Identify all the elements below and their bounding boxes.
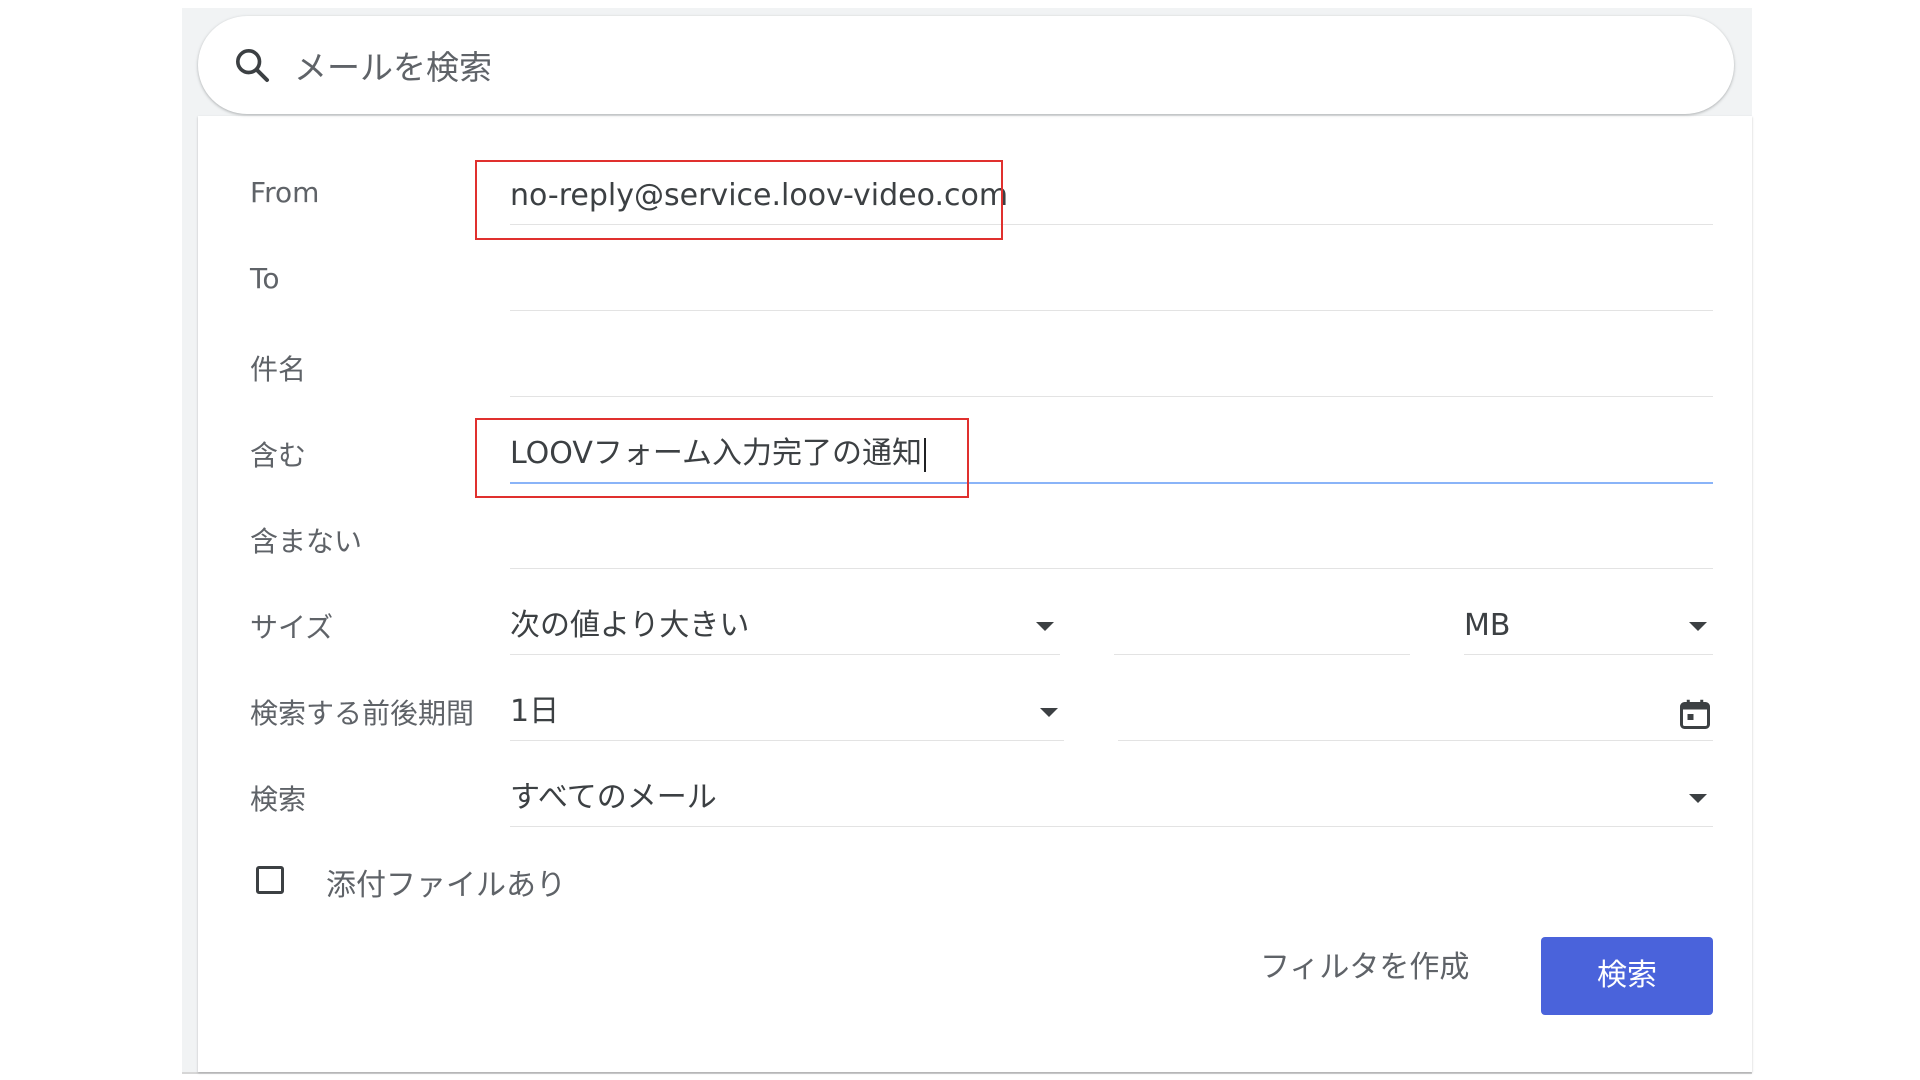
- to-label: To: [250, 262, 280, 295]
- text-caret: [923, 437, 926, 472]
- size-row: サイズ 次の値より大きい MB: [198, 584, 1752, 670]
- date-field[interactable]: [1118, 684, 1713, 741]
- date-within-row: 検索する前後期間 1日: [198, 670, 1752, 756]
- advanced-search-panel: From no-reply@service.loov-video.com To …: [198, 116, 1752, 1072]
- date-range-value: 1日: [510, 694, 560, 729]
- has-words-row: 含む LOOVフォーム入力完了の通知: [198, 412, 1752, 498]
- to-row: To: [198, 240, 1752, 326]
- chevron-down-icon: [1689, 622, 1707, 631]
- create-filter-button[interactable]: フィルタを作成: [1260, 942, 1469, 994]
- calendar-icon[interactable]: [1677, 696, 1713, 732]
- chevron-down-icon: [1040, 708, 1058, 717]
- doesnt-have-row: 含まない: [198, 498, 1752, 584]
- subject-label: 件名: [250, 353, 307, 386]
- chevron-down-icon: [1689, 794, 1707, 803]
- has-words-label: 含む: [250, 439, 307, 472]
- size-operator-select[interactable]: 次の値より大きい: [510, 598, 1060, 655]
- has-words-value: LOOVフォーム入力完了の通知: [510, 436, 922, 471]
- search-in-row: 検索 すべてのメール: [198, 756, 1752, 842]
- subject-field[interactable]: [510, 340, 1713, 397]
- from-field[interactable]: no-reply@service.loov-video.com: [510, 168, 1713, 225]
- from-label: From: [250, 176, 320, 209]
- size-value-field[interactable]: [1114, 598, 1410, 655]
- from-row: From no-reply@service.loov-video.com: [198, 154, 1752, 240]
- size-unit-value: MB: [1464, 608, 1511, 643]
- search-in-value: すべてのメール: [510, 780, 717, 815]
- has-words-field[interactable]: LOOVフォーム入力完了の通知: [510, 426, 1713, 484]
- to-field[interactable]: [510, 254, 1713, 311]
- search-in-label: 検索: [250, 783, 307, 816]
- size-label: サイズ: [250, 611, 334, 644]
- date-range-select[interactable]: 1日: [510, 684, 1064, 741]
- size-operator-value: 次の値より大きい: [510, 608, 750, 643]
- size-unit-select[interactable]: MB: [1464, 598, 1713, 655]
- subject-row: 件名: [198, 326, 1752, 412]
- search-button[interactable]: 検索: [1541, 937, 1713, 1015]
- search-icon[interactable]: [232, 45, 272, 85]
- from-value: no-reply@service.loov-video.com: [510, 178, 1009, 213]
- has-attachment-checkbox[interactable]: [256, 866, 284, 894]
- search-input[interactable]: メールを検索: [294, 41, 492, 89]
- date-within-label: 検索する前後期間: [250, 697, 475, 730]
- attachment-row: 添付ファイルあり: [198, 842, 1752, 928]
- advanced-search-window: メールを検索 From no-reply@service.loov-video.…: [182, 8, 1752, 1074]
- search-bar[interactable]: メールを検索: [198, 16, 1734, 114]
- search-in-select[interactable]: すべてのメール: [510, 770, 1713, 827]
- chevron-down-icon: [1036, 622, 1054, 631]
- doesnt-have-label: 含まない: [250, 525, 363, 558]
- doesnt-have-field[interactable]: [510, 512, 1713, 569]
- has-attachment-label[interactable]: 添付ファイルあり: [326, 860, 566, 904]
